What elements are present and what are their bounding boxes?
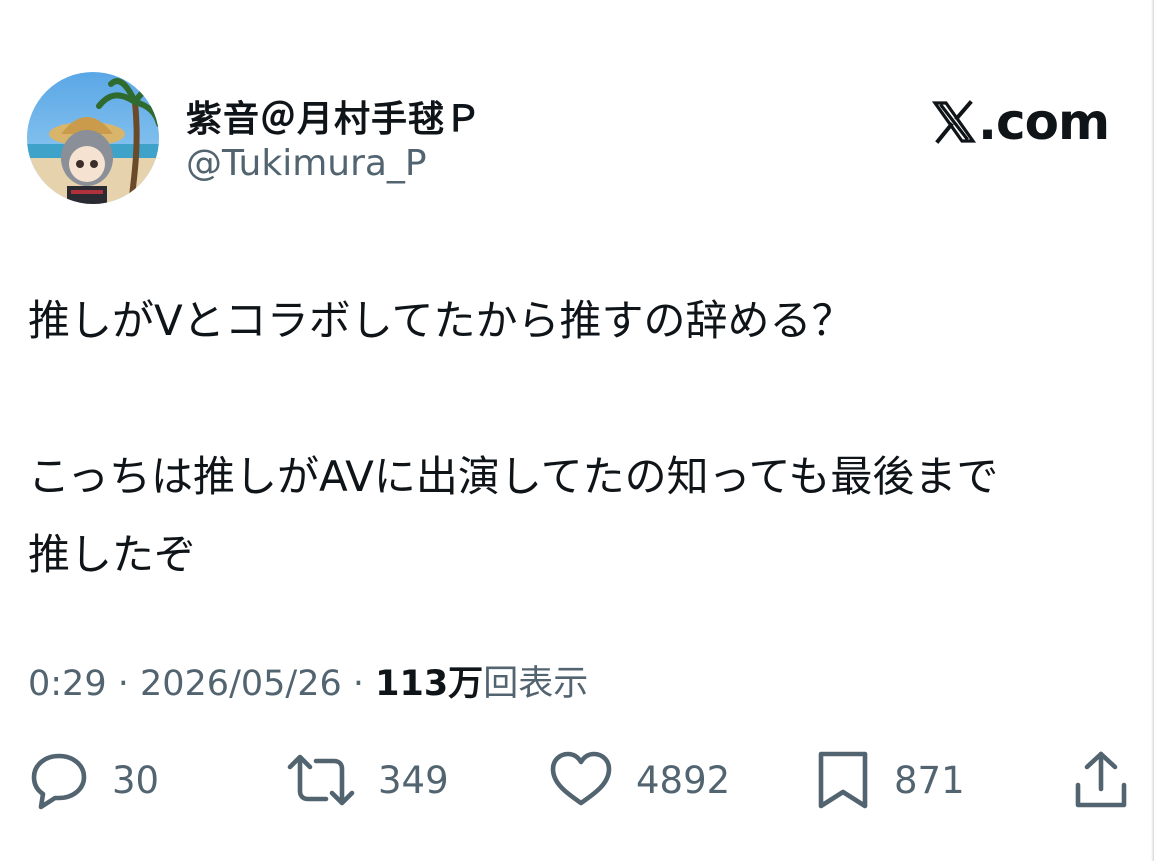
views-label: 回表示 bbox=[483, 664, 589, 704]
bookmark-button[interactable]: 871 bbox=[814, 745, 965, 815]
avatar[interactable] bbox=[27, 72, 159, 204]
tweet-time[interactable]: 0:29 bbox=[28, 664, 107, 704]
tweet-line: こっちは推しがAVに出演してたの知っても最後まで bbox=[28, 452, 999, 501]
x-com-branding: .com bbox=[932, 93, 1110, 151]
tweet-text: 推しがVとコラボしてたから推すの辞める？ こっちは推しがAVに出演してたの知って… bbox=[28, 282, 1138, 594]
author-display-name[interactable]: 紫音＠月村手毬Ｐ bbox=[186, 90, 482, 142]
tweet-line: 推したぞ bbox=[28, 530, 197, 579]
meta-separator: · bbox=[106, 664, 140, 704]
action-bar: 30 349 4892 871 bbox=[0, 745, 1154, 815]
repost-icon bbox=[287, 754, 355, 806]
tweet-meta: 0:29 · 2026/05/26 · 113万回表示 bbox=[28, 655, 588, 706]
reply-count: 30 bbox=[112, 758, 160, 802]
tweet-date[interactable]: 2026/05/26 bbox=[140, 664, 342, 704]
repost-button[interactable]: 349 bbox=[286, 745, 449, 815]
bookmark-icon bbox=[818, 751, 868, 809]
like-button[interactable]: 4892 bbox=[548, 745, 730, 815]
x-com-label: .com bbox=[978, 93, 1110, 151]
share-button[interactable] bbox=[1072, 745, 1130, 815]
x-logo-icon bbox=[932, 100, 976, 144]
reply-button[interactable]: 30 bbox=[28, 745, 159, 815]
bookmark-count: 871 bbox=[894, 758, 965, 802]
author-handle[interactable]: @Tukimura_P bbox=[186, 143, 427, 184]
meta-separator: · bbox=[341, 664, 376, 704]
repost-count: 349 bbox=[378, 758, 449, 802]
like-count: 4892 bbox=[636, 758, 731, 802]
share-icon bbox=[1075, 751, 1127, 808]
views-count: 113万 bbox=[375, 664, 484, 704]
avatar-image bbox=[27, 72, 159, 204]
tweet-line: 推しがVとコラボしてたから推すの辞める？ bbox=[28, 296, 854, 345]
reply-icon bbox=[31, 753, 87, 810]
heart-icon bbox=[550, 751, 612, 806]
